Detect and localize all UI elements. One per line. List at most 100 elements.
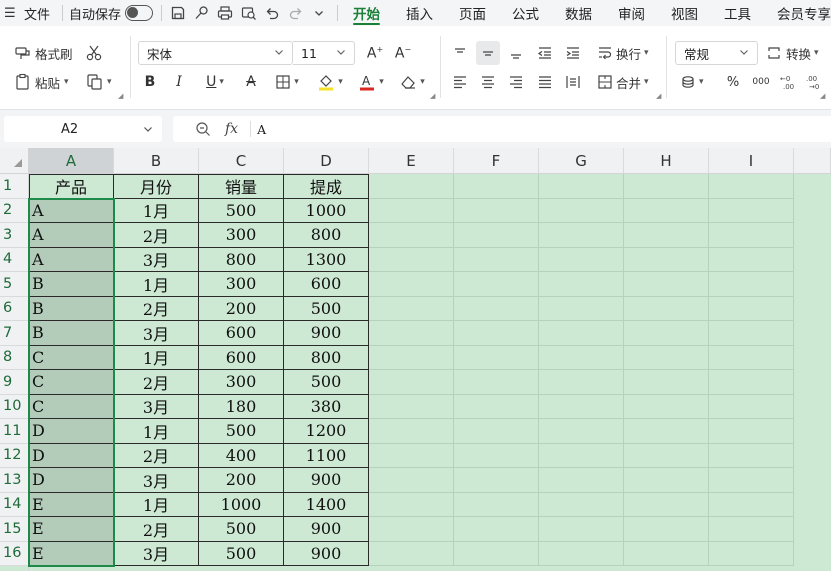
empty-cell[interactable] [454,296,539,321]
data-cell[interactable]: 380 [284,394,369,419]
row-header-3[interactable]: 3 [0,223,29,248]
empty-cell[interactable] [624,443,709,468]
thousands-button[interactable]: 000 [750,70,772,94]
data-cell[interactable]: 1月 [114,272,199,297]
empty-cell[interactable] [369,370,454,395]
row-header-9[interactable]: 9 [0,370,29,395]
data-cell[interactable]: D [29,468,114,493]
empty-cell[interactable] [454,468,539,493]
empty-cell[interactable] [539,541,624,566]
data-cell[interactable]: 1月 [114,492,199,517]
decrease-decimal-button[interactable]: .00 →0 [803,70,825,94]
empty-cell[interactable] [539,223,624,248]
data-cell[interactable]: 180 [199,394,284,419]
data-cell[interactable]: B [29,272,114,297]
empty-cell[interactable] [539,321,624,346]
data-cell[interactable]: 500 [199,541,284,566]
empty-cell[interactable] [709,517,794,542]
increase-indent-button[interactable] [561,41,585,65]
percent-button[interactable]: % [722,70,744,94]
data-cell[interactable]: 900 [284,468,369,493]
column-header-i[interactable]: I [709,148,794,174]
empty-cell[interactable] [369,174,454,199]
empty-cell[interactable] [539,370,624,395]
empty-cell[interactable] [369,517,454,542]
align-left-button[interactable] [448,70,472,94]
data-cell[interactable]: 800 [284,345,369,370]
fill-color-button[interactable]: ▾ [313,71,347,93]
empty-cell[interactable] [369,468,454,493]
cut-button[interactable] [84,42,104,64]
empty-cell[interactable] [454,370,539,395]
empty-cell[interactable] [624,541,709,566]
empty-cell[interactable] [539,419,624,444]
data-cell[interactable]: 1000 [284,198,369,223]
data-cell[interactable]: 1300 [284,247,369,272]
empty-cell[interactable] [369,247,454,272]
data-cell[interactable]: 1400 [284,492,369,517]
row-header-6[interactable]: 6 [0,296,29,321]
data-cell[interactable]: 1月 [114,198,199,223]
clear-button[interactable]: ▾ [395,71,429,93]
empty-cell[interactable] [369,272,454,297]
empty-cell[interactable] [369,541,454,566]
data-cell[interactable]: 1100 [284,443,369,468]
data-cell[interactable]: 200 [199,296,284,321]
row-header-4[interactable]: 4 [0,247,29,272]
empty-cell[interactable] [454,198,539,223]
empty-cell[interactable] [454,541,539,566]
undo-icon[interactable] [260,0,284,26]
row-header-7[interactable]: 7 [0,321,29,346]
dialog-launcher-icon[interactable]: ◢ [656,92,661,100]
empty-cell[interactable] [709,468,794,493]
empty-cell[interactable] [369,345,454,370]
empty-cell[interactable] [709,492,794,517]
tab-page[interactable]: 页面 [446,0,499,26]
data-cell[interactable]: 500 [199,198,284,223]
data-cell[interactable]: 3月 [114,247,199,272]
data-cell[interactable]: A [29,247,114,272]
empty-cell[interactable] [624,296,709,321]
align-center-button[interactable] [476,70,500,94]
dialog-launcher-icon[interactable]: ◢ [430,92,435,100]
empty-cell[interactable] [539,247,624,272]
column-header-a[interactable]: A [29,148,114,174]
data-cell[interactable]: 1000 [199,492,284,517]
data-cell[interactable]: 900 [284,321,369,346]
increase-font-button[interactable]: A+ [364,42,386,64]
convert-button[interactable]: 转换 ▾ [766,41,819,65]
empty-cell[interactable] [369,443,454,468]
empty-cell[interactable] [454,247,539,272]
empty-cell[interactable] [454,345,539,370]
borders-button[interactable]: ▾ [270,71,304,93]
data-cell[interactable]: A [29,223,114,248]
empty-cell[interactable] [539,394,624,419]
print-preview-icon[interactable] [237,0,261,26]
data-cell[interactable]: 400 [199,443,284,468]
paste-button[interactable]: 粘贴 ▾ [14,71,69,93]
distributed-button[interactable] [561,70,585,94]
empty-cell[interactable] [624,247,709,272]
row-header-8[interactable]: 8 [0,345,29,370]
empty-cell[interactable] [709,345,794,370]
sheet-grid[interactable]: A B C D E F G H I 1 2 3 4 5 6 7 8 9 10 11 12 13 14 15 16 产品 月份 销量 提成… [0,148,831,571]
data-cell[interactable]: 900 [284,541,369,566]
data-cell[interactable]: 3月 [114,394,199,419]
data-cell[interactable]: E [29,541,114,566]
data-cell[interactable]: 1200 [284,419,369,444]
data-cell[interactable]: 600 [199,321,284,346]
data-cell[interactable]: 500 [284,296,369,321]
data-cell[interactable]: 1月 [114,419,199,444]
row-header-13[interactable]: 13 [0,468,29,493]
empty-cell[interactable] [539,517,624,542]
data-cell[interactable]: 3月 [114,321,199,346]
empty-cell[interactable] [454,492,539,517]
data-cell[interactable]: 500 [199,419,284,444]
tab-data[interactable]: 数据 [552,0,605,26]
data-cell[interactable]: 2月 [114,517,199,542]
empty-cell[interactable] [369,223,454,248]
decrease-font-button[interactable]: A− [392,42,414,64]
empty-cell[interactable] [454,394,539,419]
header-cell[interactable]: 月份 [114,174,199,199]
align-right-button[interactable] [504,70,528,94]
